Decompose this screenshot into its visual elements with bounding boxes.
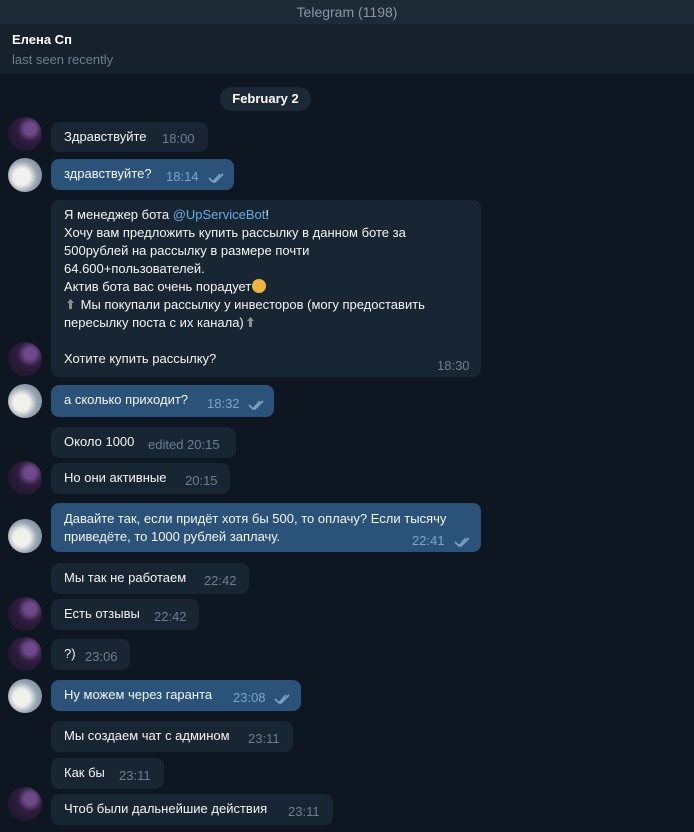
window-title: Telegram (1198): [0, 0, 694, 24]
message-text: Ну можем через гаранта: [64, 687, 213, 702]
message-time: 22:41: [412, 533, 445, 548]
read-checkmarks-icon: [274, 694, 290, 705]
contact-name[interactable]: Елена Сп: [12, 32, 72, 47]
message-bubble[interactable]: ?) 23:06: [51, 639, 130, 670]
message-time: 23:11: [248, 731, 280, 746]
message-text: Но они активные: [64, 470, 167, 485]
contact-avatar[interactable]: [8, 597, 42, 631]
message-bubble[interactable]: Около 1000 edited 20:15: [51, 427, 236, 458]
message-text: а сколько приходит?: [64, 392, 189, 407]
message-bubble[interactable]: Ну можем через гаранта 23:08: [51, 680, 301, 711]
message-text: ?): [64, 646, 76, 661]
message-time: 22:42: [204, 573, 237, 588]
message-bubble[interactable]: здравствуйте? 18:14: [51, 159, 234, 190]
message-bubble[interactable]: Мы так не работаем 22:42: [51, 563, 249, 594]
message-bubble[interactable]: Как бы 23:11: [51, 758, 164, 789]
own-avatar[interactable]: [8, 679, 42, 713]
message-bubble[interactable]: Чтоб были дальнейшие действия 23:11: [51, 794, 333, 825]
message-text: здравствуйте?: [64, 166, 152, 181]
message-text: Мы создаем чат с админом: [64, 728, 230, 743]
message-text: Здравствуйте: [64, 129, 147, 144]
contact-avatar[interactable]: [8, 461, 42, 495]
message-text: Мы так не работаем: [64, 570, 187, 585]
contact-status: last seen recently: [12, 52, 114, 67]
smiling-face-emoji-icon: [252, 279, 267, 293]
message-bubble[interactable]: Я менеджер бота @UpServiceBot! Хочу вам …: [51, 200, 481, 377]
message-bubble[interactable]: Мы создаем чат с админом 23:11: [51, 721, 293, 752]
message-time: 23:11: [288, 804, 320, 819]
message-text: Давайте так, если придёт хотя бы 500, то…: [64, 511, 447, 544]
date-separator: February 2: [220, 87, 311, 111]
contact-avatar[interactable]: [8, 342, 42, 376]
own-avatar[interactable]: [8, 158, 42, 192]
message-bubble[interactable]: Но они активные 20:15: [51, 463, 230, 494]
message-time: 18:00: [162, 131, 195, 146]
message-time: 20:15: [185, 473, 218, 488]
message-text: Я менеджер бота @UpServiceBot! Хочу вам …: [64, 207, 425, 366]
message-time: 18:14: [166, 169, 199, 184]
read-checkmarks-icon: [208, 173, 224, 184]
message-text: Около 1000: [64, 434, 135, 449]
message-time: 23:06: [85, 649, 118, 664]
message-time: 18:32: [207, 396, 240, 411]
pointing-finger-emoji-icon: [246, 317, 254, 327]
read-checkmarks-icon: [248, 400, 264, 411]
own-avatar[interactable]: [8, 384, 42, 418]
message-list[interactable]: February 2 Здравствуйте 18:00 здравствуй…: [0, 75, 694, 832]
message-bubble[interactable]: Есть отзывы 22:42: [51, 599, 199, 630]
message-time: 22:42: [154, 609, 187, 624]
own-avatar[interactable]: [8, 519, 42, 553]
chat-header[interactable]: Елена Сп last seen recently: [0, 24, 694, 75]
message-bubble[interactable]: Здравствуйте 18:00: [51, 122, 208, 152]
message-time: 18:30: [437, 358, 470, 373]
pointing-finger-emoji-icon: [67, 299, 74, 309]
message-text: Есть отзывы: [64, 606, 140, 621]
message-text: Как бы: [64, 765, 105, 780]
bot-username-link[interactable]: @UpServiceBot: [173, 207, 266, 222]
message-time: edited 20:15: [148, 437, 220, 452]
message-text: Чтоб были дальнейшие действия: [64, 801, 268, 816]
message-bubble[interactable]: а сколько приходит? 18:32: [51, 385, 274, 417]
message-bubble[interactable]: Давайте так, если придёт хотя бы 500, то…: [51, 503, 481, 552]
message-time: 23:08: [233, 690, 266, 705]
contact-avatar[interactable]: [8, 787, 42, 821]
contact-avatar[interactable]: [8, 117, 42, 151]
read-checkmarks-icon: [454, 537, 470, 548]
message-time: 23:11: [119, 768, 151, 783]
contact-avatar[interactable]: [8, 637, 42, 671]
